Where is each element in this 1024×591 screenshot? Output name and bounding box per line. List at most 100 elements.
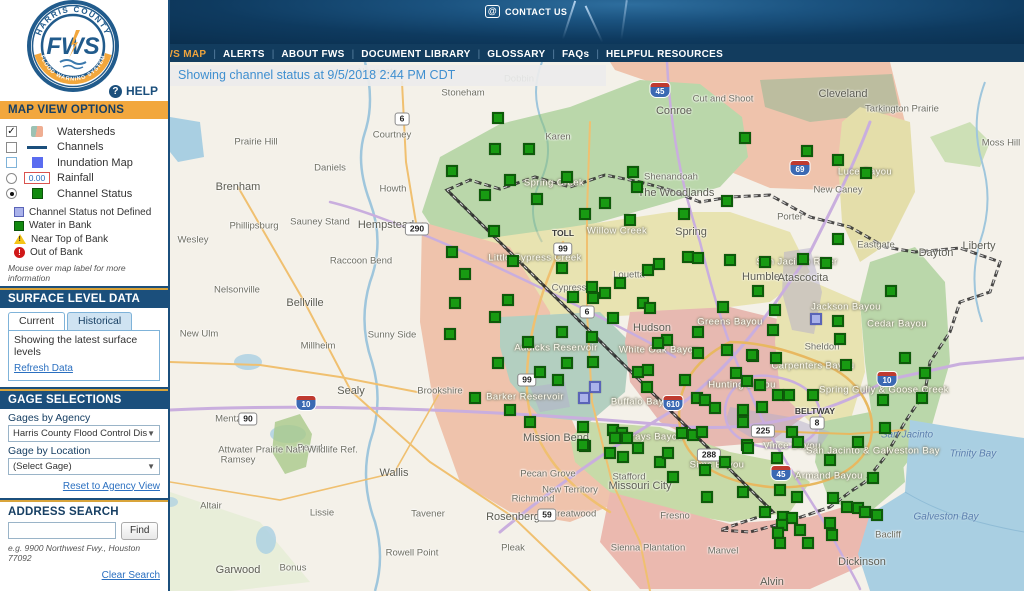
channel-status-marker-water-in-bank[interactable] xyxy=(919,367,931,379)
channel-status-marker-water-in-bank[interactable] xyxy=(877,394,889,406)
channel-status-marker-water-in-bank[interactable] xyxy=(607,312,619,324)
address-search-input[interactable] xyxy=(8,522,116,539)
channel-status-marker-water-in-bank[interactable] xyxy=(759,506,771,518)
clear-search-link[interactable]: Clear Search xyxy=(102,570,160,581)
channel-status-marker-water-in-bank[interactable] xyxy=(916,392,928,404)
channel-status-marker-water-in-bank[interactable] xyxy=(832,315,844,327)
channel-status-marker-water-in-bank[interactable] xyxy=(641,381,653,393)
channel-status-marker-water-in-bank[interactable] xyxy=(759,256,771,268)
channel-status-marker-water-in-bank[interactable] xyxy=(783,389,795,401)
radio-channel-status[interactable] xyxy=(6,188,17,199)
nav-item-document-library[interactable]: DOCUMENT LIBRARY xyxy=(361,49,470,60)
channel-status-marker-water-in-bank[interactable] xyxy=(444,328,456,340)
channel-status-marker-water-in-bank[interactable] xyxy=(820,257,832,269)
channel-status-marker-water-in-bank[interactable] xyxy=(531,193,543,205)
channel-status-marker-water-in-bank[interactable] xyxy=(667,471,679,483)
channel-status-marker-water-in-bank[interactable] xyxy=(741,375,753,387)
channel-status-marker-water-in-bank[interactable] xyxy=(899,352,911,364)
channel-status-marker-water-in-bank[interactable] xyxy=(879,422,891,434)
radio-rainfall[interactable] xyxy=(6,173,17,184)
channel-status-marker-water-in-bank[interactable] xyxy=(852,436,864,448)
channel-status-marker-water-in-bank[interactable] xyxy=(721,195,733,207)
location-select[interactable]: (Select Gage) ▼ xyxy=(8,458,160,475)
channel-status-marker-water-in-bank[interactable] xyxy=(867,472,879,484)
channel-status-marker-water-in-bank[interactable] xyxy=(642,364,654,376)
channel-status-marker-not-defined[interactable] xyxy=(810,313,822,325)
contact-us-link[interactable]: @ CONTACT US xyxy=(485,5,567,18)
channel-status-marker-water-in-bank[interactable] xyxy=(579,208,591,220)
channel-status-marker-water-in-bank[interactable] xyxy=(737,486,749,498)
channel-status-marker-water-in-bank[interactable] xyxy=(709,402,721,414)
channel-status-marker-water-in-bank[interactable] xyxy=(824,454,836,466)
channel-status-marker-water-in-bank[interactable] xyxy=(567,291,579,303)
channel-status-marker-water-in-bank[interactable] xyxy=(827,492,839,504)
channel-status-marker-water-in-bank[interactable] xyxy=(832,233,844,245)
channel-status-marker-water-in-bank[interactable] xyxy=(792,436,804,448)
tab-historical[interactable]: Historical xyxy=(67,312,132,330)
channel-status-marker-water-in-bank[interactable] xyxy=(770,352,782,364)
fws-logo[interactable]: HARRIS COUNTY FLOOD WARNING SYSTEM FWS xyxy=(24,0,122,94)
channel-status-marker-water-in-bank[interactable] xyxy=(652,337,664,349)
channel-status-marker-water-in-bank[interactable] xyxy=(577,439,589,451)
channel-status-marker-water-in-bank[interactable] xyxy=(446,165,458,177)
channel-status-marker-water-in-bank[interactable] xyxy=(771,452,783,464)
nav-item-glossary[interactable]: GLOSSARY xyxy=(487,49,545,60)
channel-status-marker-water-in-bank[interactable] xyxy=(614,277,626,289)
channel-status-marker-water-in-bank[interactable] xyxy=(587,292,599,304)
nav-item-helpful-resources[interactable]: HELPFUL RESOURCES xyxy=(606,49,723,60)
channel-status-marker-water-in-bank[interactable] xyxy=(767,324,779,336)
find-button[interactable]: Find xyxy=(121,522,158,540)
channel-status-marker-water-in-bank[interactable] xyxy=(599,287,611,299)
channel-status-marker-water-in-bank[interactable] xyxy=(653,258,665,270)
channel-status-marker-water-in-bank[interactable] xyxy=(701,491,713,503)
map-canvas[interactable]: NavasotaDobbinStonehamCourtneyPrairie Hi… xyxy=(170,62,1024,591)
channel-status-marker-water-in-bank[interactable] xyxy=(737,404,749,416)
channel-status-marker-water-in-bank[interactable] xyxy=(556,262,568,274)
channel-status-marker-water-in-bank[interactable] xyxy=(488,225,500,237)
channel-status-marker-water-in-bank[interactable] xyxy=(507,255,519,267)
channel-status-marker-water-in-bank[interactable] xyxy=(534,366,546,378)
channel-status-marker-water-in-bank[interactable] xyxy=(860,167,872,179)
channel-status-marker-water-in-bank[interactable] xyxy=(699,464,711,476)
channel-status-marker-water-in-bank[interactable] xyxy=(586,331,598,343)
channel-status-marker-water-in-bank[interactable] xyxy=(859,506,871,518)
channel-status-marker-water-in-bank[interactable] xyxy=(801,145,813,157)
agency-select[interactable]: Harris County Flood Control District ▼ xyxy=(8,425,160,442)
channel-status-marker-water-in-bank[interactable] xyxy=(791,491,803,503)
channel-status-marker-not-defined[interactable] xyxy=(578,392,590,404)
channel-status-marker-water-in-bank[interactable] xyxy=(523,143,535,155)
channel-status-marker-water-in-bank[interactable] xyxy=(599,197,611,209)
checkbox-channels[interactable] xyxy=(6,142,17,153)
channel-status-marker-water-in-bank[interactable] xyxy=(577,421,589,433)
channel-status-marker-water-in-bank[interactable] xyxy=(885,285,897,297)
channel-status-marker-water-in-bank[interactable] xyxy=(609,432,621,444)
channel-status-marker-water-in-bank[interactable] xyxy=(807,389,819,401)
channel-status-marker-water-in-bank[interactable] xyxy=(561,171,573,183)
channel-status-marker-water-in-bank[interactable] xyxy=(522,336,534,348)
checkbox-watersheds[interactable]: ✓ xyxy=(6,126,17,137)
channel-status-marker-water-in-bank[interactable] xyxy=(752,285,764,297)
channel-status-marker-water-in-bank[interactable] xyxy=(449,297,461,309)
channel-status-marker-water-in-bank[interactable] xyxy=(717,301,729,313)
refresh-data-link[interactable]: Refresh Data xyxy=(14,363,73,374)
channel-status-marker-water-in-bank[interactable] xyxy=(756,401,768,413)
channel-status-marker-water-in-bank[interactable] xyxy=(719,456,731,468)
channel-status-marker-water-in-bank[interactable] xyxy=(446,246,458,258)
channel-status-marker-water-in-bank[interactable] xyxy=(832,154,844,166)
channel-status-marker-water-in-bank[interactable] xyxy=(642,264,654,276)
channel-status-marker-water-in-bank[interactable] xyxy=(742,442,754,454)
channel-status-marker-water-in-bank[interactable] xyxy=(492,357,504,369)
channel-status-marker-water-in-bank[interactable] xyxy=(587,356,599,368)
channel-status-marker-water-in-bank[interactable] xyxy=(724,254,736,266)
channel-status-marker-water-in-bank[interactable] xyxy=(834,333,846,345)
channel-status-marker-water-in-bank[interactable] xyxy=(871,509,883,521)
channel-status-marker-water-in-bank[interactable] xyxy=(489,143,501,155)
channel-status-marker-water-in-bank[interactable] xyxy=(502,294,514,306)
nav-item-about-fws[interactable]: ABOUT FWS xyxy=(281,49,344,60)
channel-status-marker-water-in-bank[interactable] xyxy=(696,426,708,438)
channel-status-marker-water-in-bank[interactable] xyxy=(552,374,564,386)
channel-status-marker-water-in-bank[interactable] xyxy=(556,326,568,338)
channel-status-marker-water-in-bank[interactable] xyxy=(662,447,674,459)
channel-status-marker-water-in-bank[interactable] xyxy=(739,132,751,144)
channel-status-marker-water-in-bank[interactable] xyxy=(679,374,691,386)
